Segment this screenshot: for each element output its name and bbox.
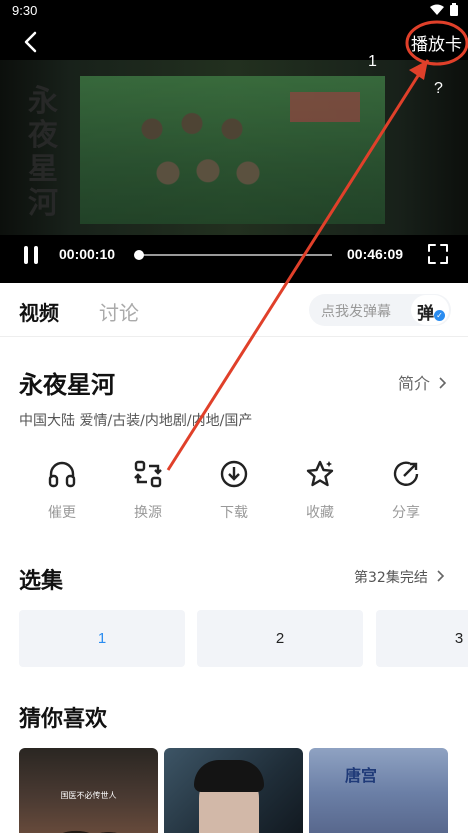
status-icons [430, 3, 458, 16]
action-label: 收藏 [306, 505, 334, 521]
wifi-icon [430, 4, 444, 15]
recommend-poster-figures [24, 808, 154, 833]
progress-handle[interactable] [133, 250, 144, 260]
intro-link[interactable]: 简介 [398, 370, 447, 394]
battery-icon [450, 3, 458, 16]
danmaku-placeholder: 点我发弹幕 [321, 304, 391, 320]
video-frame: 永夜星河 [0, 60, 468, 235]
danmaku-input[interactable]: 点我发弹幕 弹 ✓ [309, 294, 451, 326]
player-controls: 00:00:10 00:46:09 [0, 238, 468, 272]
recommend-title: 猜你喜欢 [19, 707, 108, 732]
chevron-right-icon [439, 377, 447, 389]
action-share[interactable]: 分享 [376, 458, 436, 528]
share-icon [393, 461, 419, 486]
show-meta: 中国大陆 爱情/古装/内地剧/内地/国产 [19, 413, 253, 429]
action-label: 下载 [220, 505, 248, 521]
danmaku-check-icon: ✓ [434, 310, 445, 321]
episode-item[interactable]: 2 [197, 610, 363, 667]
pause-icon[interactable] [22, 246, 40, 264]
action-label: 催更 [48, 505, 76, 521]
recommend-card[interactable] [164, 748, 303, 833]
video-frame-content [80, 76, 385, 224]
action-switch-source[interactable]: 换源 [118, 458, 178, 528]
recommend-caption: 国医不必传世人 [60, 791, 117, 800]
headphones-icon [48, 461, 76, 488]
action-remind[interactable]: 催更 [32, 458, 92, 528]
episode-number: 1 [368, 53, 377, 70]
danmaku-toggle-label: 弹 [417, 304, 434, 324]
recommend-poster-hair [194, 760, 264, 792]
action-download[interactable]: 下载 [204, 458, 264, 528]
total-time: 00:46:09 [347, 246, 404, 262]
show-title-art: 永夜星河 [28, 84, 58, 221]
current-time: 00:00:10 [59, 246, 116, 262]
intro-link-label: 简介 [398, 374, 431, 393]
recommend-caption: 唐宫 [345, 766, 378, 785]
episode-item[interactable]: 1 [19, 610, 185, 667]
cast-button[interactable]: 播放卡 [411, 30, 462, 55]
episodes-status-label: 第32集完结 [354, 570, 428, 586]
episodes-title: 选集 [19, 569, 64, 594]
recommend-card[interactable]: 国医不必传世人 [19, 748, 158, 833]
download-icon [220, 460, 248, 488]
show-title: 永夜星河 [19, 371, 115, 399]
star-icon [306, 460, 334, 487]
danmaku-toggle[interactable]: 弹 ✓ [411, 295, 449, 325]
chevron-right-icon [437, 570, 445, 582]
back-icon[interactable] [20, 30, 44, 54]
episodes-status[interactable]: 第32集完结 [354, 567, 445, 587]
action-label: 分享 [392, 505, 420, 521]
status-bar: 9:30 [0, 0, 468, 22]
episode-list: 1 2 3 [19, 610, 468, 667]
fullscreen-icon[interactable] [426, 242, 450, 266]
action-label: 换源 [134, 505, 162, 521]
recommend-card[interactable]: 唐宫 [309, 748, 448, 833]
switch-source-icon [134, 460, 162, 488]
episode-item[interactable]: 3 [376, 610, 468, 667]
status-time: 9:30 [12, 3, 38, 18]
progress-bar[interactable] [138, 254, 332, 256]
video-player[interactable]: 9:30 永夜星河 1 播放卡 ? 00:00:10 00:46:09 [0, 0, 468, 283]
video-frame-sign [290, 92, 360, 122]
help-button[interactable]: ? [434, 80, 443, 98]
tab-video[interactable]: 视频 [19, 297, 59, 326]
action-bar: 催更 换源 下载 收藏 分享 [0, 458, 468, 530]
tab-discuss[interactable]: 讨论 [99, 297, 139, 326]
action-favorite[interactable]: 收藏 [290, 458, 350, 528]
video-frame-figures [120, 96, 280, 206]
screen: 9:30 永夜星河 1 播放卡 ? 00:00:10 00:46:09 视频 讨… [0, 0, 468, 833]
content-tabs: 视频 讨论 点我发弹幕 弹 ✓ [0, 283, 468, 337]
